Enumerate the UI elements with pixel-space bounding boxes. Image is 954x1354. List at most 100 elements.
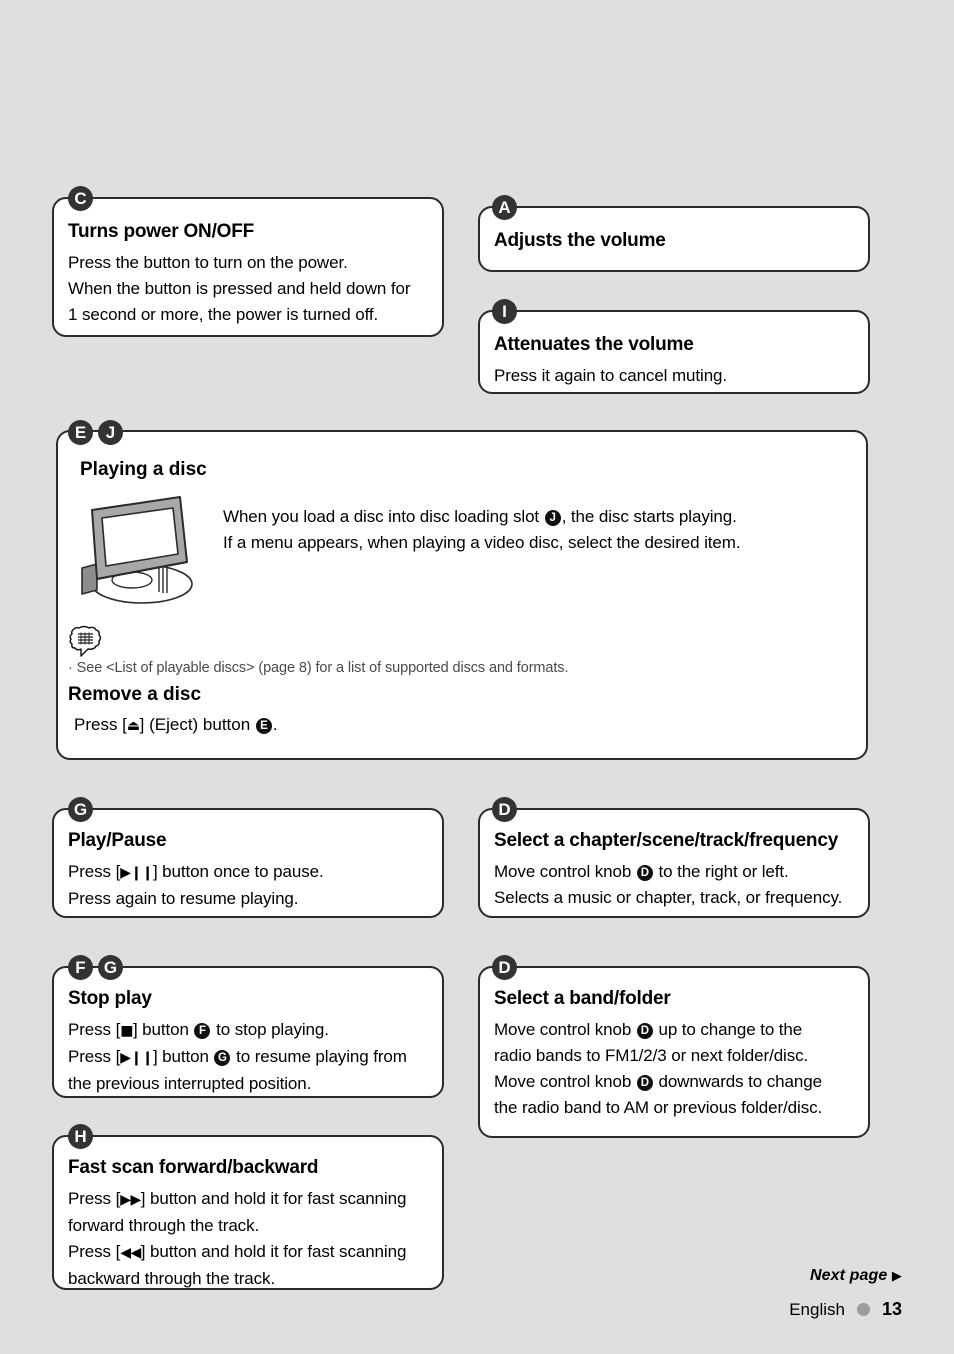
fastscan-l3-part-b: ] button and hold it for fast scanning — [140, 1242, 407, 1261]
fastscan-l1-part-b: ] button and hold it for fast scanning — [140, 1189, 407, 1208]
inline-badge-d-band-1: D — [636, 1023, 653, 1039]
stop-l2-part-a: Press [ — [68, 1047, 121, 1066]
badge-letter-i: I — [492, 299, 517, 324]
rewind-symbol: ◀◀ — [120, 1245, 141, 1261]
inline-badge-d-band-2: D — [636, 1075, 653, 1091]
badge-letter-a: A — [492, 195, 517, 220]
band-l3-part-b: downwards to change — [653, 1072, 822, 1091]
stop-l2-part-b: ] button — [152, 1047, 214, 1066]
stop-l1-part-c: to stop playing. — [211, 1020, 329, 1039]
callout-band-line-2: radio bands to FM1/2/3 or next folder/di… — [494, 1046, 809, 1065]
callout-power: Turns power ON/OFF Press the button to t… — [52, 197, 444, 337]
callout-select-band: Select a band/folder Move control knob D… — [478, 966, 870, 1138]
badge-group-volume: A — [492, 195, 517, 220]
badge-group-disc: E J — [68, 420, 123, 445]
next-page-text: Next page — [809, 1267, 888, 1284]
play-pause-symbol-stop: ▶❙❙ — [120, 1050, 153, 1066]
play-pause-symbol: ▶❙❙ — [120, 865, 153, 881]
callout-disc-remove-line: Press [⏏] (Eject) button E. — [74, 715, 278, 735]
stop-l1-part-b: ] button — [132, 1020, 194, 1039]
inline-badge-d: D — [636, 865, 653, 881]
fastscan-l1-part-a: Press [ — [68, 1189, 121, 1208]
disc-line1-part-b: , the disc starts playing. — [561, 507, 737, 526]
callout-select-chapter: Select a chapter/scene/track/frequency M… — [478, 808, 870, 918]
callout-band-title: Select a band/folder — [494, 988, 671, 1009]
remove-part-c: . — [272, 715, 278, 734]
inline-badge-e: E — [255, 718, 272, 734]
callout-attenuate-title: Attenuates the volume — [494, 334, 694, 355]
callout-disc-body: When you load a disc into disc loading s… — [223, 504, 843, 556]
callout-disc-remove-title: Remove a disc — [68, 684, 202, 705]
eject-symbol: ⏏ — [126, 718, 140, 734]
badge-letter-d-band: D — [492, 955, 517, 980]
monitor-icon — [81, 496, 193, 604]
stop-symbol: ■ — [120, 1023, 133, 1039]
callout-fastscan-line-3: Press [◀◀] button and hold it for fast s… — [68, 1239, 442, 1266]
callout-band-line-1: Move control knob D up to change to the — [494, 1017, 868, 1043]
inline-badge-j: J — [544, 510, 561, 526]
badge-letter-d: D — [492, 797, 517, 822]
callout-stop-line-2: Press [▶❙❙] button G to resume playing f… — [68, 1044, 442, 1071]
badge-letter-c: C — [68, 186, 93, 211]
inline-badge-f: F — [194, 1023, 211, 1039]
footer-language-page: English 13 — [789, 1299, 902, 1320]
stop-l1-part-a: Press [ — [68, 1020, 121, 1039]
note-icon — [69, 625, 102, 657]
callout-stop-line-1: Press [■] button F to stop playing. — [68, 1017, 442, 1044]
callout-chapter-title: Select a chapter/scene/track/frequency — [494, 830, 839, 851]
callout-attenuate: Attenuates the volume Press it again to … — [478, 310, 870, 394]
callout-attenuate-line-1: Press it again to cancel muting. — [494, 366, 728, 385]
callout-fastscan-title: Fast scan forward/backward — [68, 1157, 319, 1178]
badge-group-stop: F G — [68, 955, 123, 980]
callout-playpause-line-1: Press [▶❙❙] button once to pause. — [68, 859, 442, 886]
callout-fastscan-line-2: forward through the track. — [68, 1216, 260, 1235]
callout-play-pause: Play/Pause Press [▶❙❙] button once to pa… — [52, 808, 444, 918]
badge-group-fastscan: H — [68, 1124, 93, 1149]
badge-group-power: C — [68, 186, 93, 211]
callout-disc-title: Playing a disc — [80, 459, 207, 480]
callout-volume-title: Adjusts the volume — [494, 230, 666, 251]
badge-letter-j: J — [98, 420, 123, 445]
callout-disc-line-1: When you load a disc into disc loading s… — [223, 504, 843, 530]
badge-group-attenuate: I — [492, 299, 517, 324]
chapter-part-b: to the right or left. — [653, 862, 789, 881]
band-l3-part-a: Move control knob — [494, 1072, 636, 1091]
callout-chapter-line-1: Move control knob D to the right or left… — [494, 859, 868, 885]
callout-playpause-line-2: Press again to resume playing. — [68, 889, 299, 908]
callout-fastscan-line-1: Press [▶▶] button and hold it for fast s… — [68, 1186, 442, 1213]
footer-page-number: 13 — [881, 1299, 902, 1319]
badge-letter-h: H — [68, 1124, 93, 1149]
callout-playpause-title: Play/Pause — [68, 830, 167, 851]
chapter-part-a: Move control knob — [494, 862, 636, 881]
footer-language: English — [789, 1299, 845, 1319]
callout-stop-title: Stop play — [68, 988, 152, 1009]
callout-band-line-4: the radio band to AM or previous folder/… — [494, 1098, 823, 1117]
callout-stop-play: Stop play Press [■] button F to stop pla… — [52, 966, 444, 1098]
next-page-label: Next page ▶ — [810, 1267, 902, 1285]
note-bubble-icon — [68, 625, 104, 659]
callout-band-line-3: Move control knob D downwards to change — [494, 1069, 868, 1095]
badge-group-band: D — [492, 955, 517, 980]
callout-power-line-2: When the button is pressed and held down… — [68, 279, 411, 298]
playpause-part-a: Press [ — [68, 862, 121, 881]
remove-part-b: ] (Eject) button — [139, 715, 255, 734]
manual-page: C Turns power ON/OFF Press the button to… — [0, 0, 954, 1354]
inline-badge-g: G — [214, 1050, 231, 1066]
callout-chapter-line-2: Selects a music or chapter, track, or fr… — [494, 888, 843, 907]
badge-group-playpause: G — [68, 797, 93, 822]
remove-part-a: Press [ — [74, 715, 127, 734]
playpause-part-b: ] button once to pause. — [152, 862, 324, 881]
callout-volume: Adjusts the volume — [478, 206, 870, 272]
band-l1-part-b: up to change to the — [653, 1020, 803, 1039]
stop-l2-part-c: to resume playing from — [231, 1047, 407, 1066]
badge-letter-g-stop: G — [98, 955, 123, 980]
fastscan-l3-part-a: Press [ — [68, 1242, 121, 1261]
callout-stop-line-3: the previous interrupted position. — [68, 1074, 312, 1093]
disc-line1-part-a: When you load a disc into disc loading s… — [223, 507, 544, 526]
callout-fastscan-line-4: backward through the track. — [68, 1269, 276, 1288]
callout-disc-line-2: If a menu appears, when playing a video … — [223, 533, 741, 552]
next-page-arrow-icon: ▶ — [891, 1269, 902, 1284]
callout-playing-a-disc: Playing a disc When you load a disc into… — [56, 430, 868, 760]
callout-fast-scan: Fast scan forward/backward Press [▶▶] bu… — [52, 1135, 444, 1290]
band-l1-part-a: Move control knob — [494, 1020, 636, 1039]
